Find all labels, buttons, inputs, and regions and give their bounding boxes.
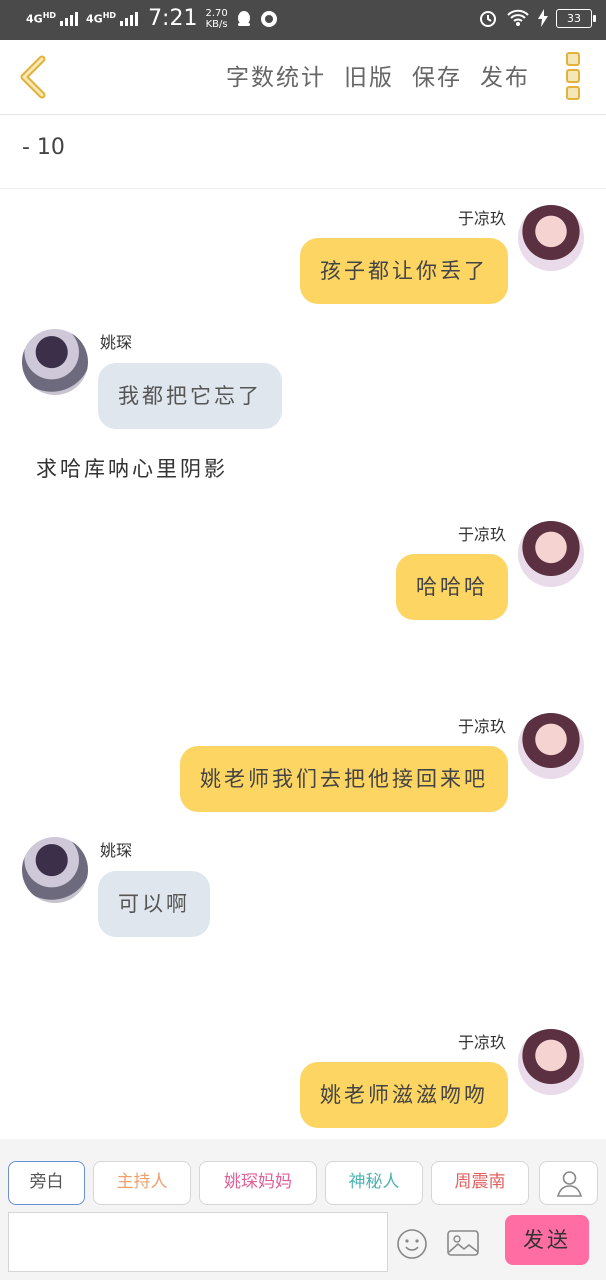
more-menu-icon[interactable] [566,52,580,100]
role-button[interactable]: 姚琛妈妈 [199,1161,317,1205]
network-sup-2: HD [102,11,117,21]
role-button[interactable]: 周震南 [431,1161,529,1205]
alarm-icon [480,11,496,27]
avatar[interactable] [518,1029,584,1095]
status-bar: 4GHD 4GHD 7:21 2.70 KB/s 33 [0,0,606,40]
wifi-icon [507,9,529,26]
avatar[interactable] [22,837,88,903]
message-bubble[interactable]: 我都把它忘了 [98,363,282,429]
back-arrow-icon[interactable] [16,55,50,99]
signal-bars-icon [60,11,79,26]
editor-toolbar: 字数统计 旧版 保存 发布 [0,40,606,115]
avatar[interactable] [22,329,88,395]
role-button[interactable]: 旁白 [8,1161,85,1205]
network-speed: 2.70 KB/s [205,8,227,30]
chat-area[interactable]: 于凉玖 孩子都让你丢了 姚琛 我都把它忘了 求哈库呐心里阴影 于凉玖 哈哈哈 于… [0,189,606,1139]
word-count-button[interactable]: 字数统计 [226,58,326,92]
publish-button[interactable]: 发布 [480,58,530,92]
add-role-button[interactable] [539,1161,598,1205]
chapter-title: - 10 [22,135,65,160]
status-right: 33 [478,8,596,28]
speaker-name: 于凉玖 [457,1033,506,1052]
message-right[interactable]: 于凉玖 哈哈哈 [0,521,606,621]
role-selector: 旁白 主持人 姚琛妈妈 神秘人 周震南 [8,1161,529,1205]
signal-2: 4GHD [86,11,139,26]
emoji-icon[interactable] [396,1228,428,1260]
message-right[interactable]: 于凉玖 孩子都让你丢了 [0,205,606,305]
speed-unit: KB/s [205,18,228,30]
narration-text[interactable]: 求哈库呐心里阴影 [36,453,228,483]
message-bubble[interactable]: 姚老师我们去把他接回来吧 [180,746,508,812]
message-left[interactable]: 姚琛 可以啊 [0,837,606,937]
composer-panel: 旁白 主持人 姚琛妈妈 神秘人 周震南 发送 [0,1139,606,1280]
message-bubble[interactable]: 可以啊 [98,871,210,937]
save-button[interactable]: 保存 [412,58,462,92]
speaker-name: 于凉玖 [457,525,506,544]
speaker-name: 姚琛 [100,333,133,352]
message-input[interactable] [8,1212,388,1272]
browser-icon [260,10,277,27]
toolbar-actions: 字数统计 旧版 保存 发布 [226,58,530,92]
avatar[interactable] [518,713,584,779]
speaker-name: 于凉玖 [457,717,506,736]
speaker-name: 姚琛 [100,841,133,860]
clock: 7:21 [148,6,198,31]
chapter-title-field[interactable]: - 10 [0,115,606,189]
message-right[interactable]: 于凉玖 姚老师我们去把他接回来吧 [0,713,606,813]
image-icon[interactable] [446,1228,480,1258]
network-sup-1: HD [42,11,57,21]
message-left[interactable]: 姚琛 我都把它忘了 [0,329,606,429]
message-right[interactable]: 于凉玖 姚老师滋滋吻吻 [0,1029,606,1129]
role-button[interactable]: 主持人 [93,1161,191,1205]
avatar[interactable] [518,205,584,271]
charging-icon [538,9,548,27]
speed-value: 2.70 [205,7,228,19]
status-left: 4GHD 4GHD 7:21 2.70 KB/s [26,6,278,31]
user-icon [556,1171,583,1197]
signal-1: 4GHD [26,11,79,26]
avatar[interactable] [518,521,584,587]
old-version-button[interactable]: 旧版 [344,58,394,92]
signal-bars-icon [120,11,139,26]
role-button[interactable]: 神秘人 [325,1161,423,1205]
qq-icon [237,10,250,26]
network-label-1: 4G [26,12,43,26]
speaker-name: 于凉玖 [457,209,506,228]
battery-indicator: 33 [556,8,596,28]
send-button[interactable]: 发送 [505,1215,589,1265]
network-label-2: 4G [86,12,103,26]
message-bubble[interactable]: 姚老师滋滋吻吻 [300,1062,508,1128]
message-bubble[interactable]: 哈哈哈 [396,554,508,620]
message-bubble[interactable]: 孩子都让你丢了 [300,238,508,304]
